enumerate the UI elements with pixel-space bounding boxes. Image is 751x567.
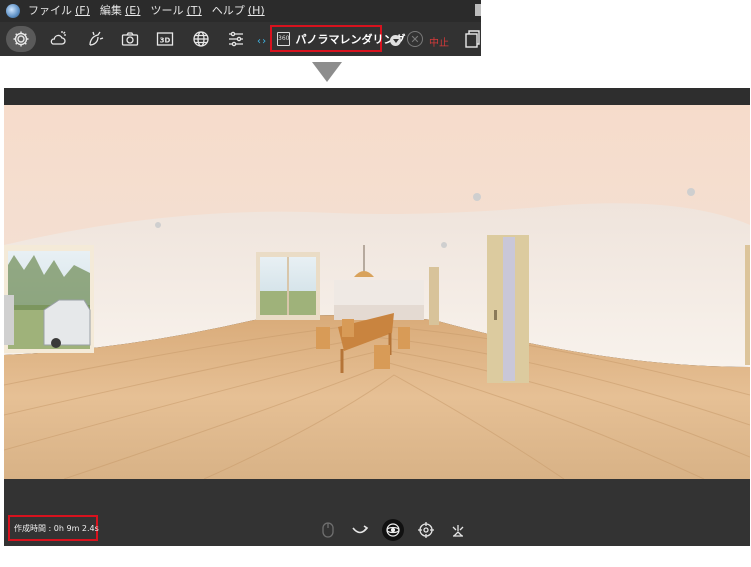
3d-view-icon: 3D bbox=[156, 32, 174, 46]
globe-icon bbox=[193, 31, 209, 47]
menu-edit[interactable]: 編集 (E) bbox=[100, 3, 141, 19]
globe-button[interactable] bbox=[189, 27, 213, 51]
render-time-box: 作成時間 : 0h 9m 2.4s bbox=[8, 515, 99, 541]
mouse-mode-button[interactable] bbox=[318, 520, 338, 540]
panorama-360-icon: 360 bbox=[277, 31, 291, 46]
rotate-button[interactable] bbox=[350, 520, 370, 540]
menu-file[interactable]: ファイル (F) bbox=[28, 3, 90, 19]
menu-help[interactable]: ヘルプ (H) bbox=[212, 3, 265, 19]
pano-view-icon bbox=[386, 523, 400, 537]
settings-button[interactable] bbox=[6, 26, 36, 52]
svg-text:3D: 3D bbox=[160, 37, 171, 45]
camera-icon bbox=[121, 32, 139, 46]
3d-view-button[interactable]: 3D bbox=[153, 27, 177, 51]
weather-button[interactable] bbox=[46, 27, 70, 51]
panorama-render-button[interactable]: 360 パノラマレンダリング bbox=[270, 25, 405, 52]
app-window: ファイル (F) 編集 (E) ツール (T) ヘルプ (H) 3D ‹ › 3… bbox=[0, 0, 481, 56]
adjust-button[interactable] bbox=[224, 27, 248, 51]
adjust-sliders-icon bbox=[229, 31, 243, 47]
light-icon bbox=[89, 31, 104, 46]
settings-icon bbox=[13, 31, 29, 47]
light-burst-icon bbox=[452, 525, 464, 537]
stop-icon[interactable]: ✕ bbox=[407, 31, 423, 47]
render-time-label: 作成時間 : 0h 9m 2.4s bbox=[14, 523, 99, 533]
mouse-icon bbox=[322, 522, 334, 538]
dropdown-chevron-icon[interactable] bbox=[390, 35, 401, 46]
weather-icon bbox=[50, 31, 66, 45]
divider-arrows-icon: ‹ › bbox=[257, 36, 266, 47]
view-controls bbox=[318, 519, 468, 541]
menu-items: ファイル (F) 編集 (E) ツール (T) ヘルプ (H) bbox=[28, 3, 265, 19]
down-arrow-indicator bbox=[312, 62, 342, 82]
rotate-icon bbox=[352, 525, 369, 534]
window-control[interactable] bbox=[475, 4, 481, 16]
toolbar: 3D ‹ › 360 パノラマレンダリング ✕ 中止 bbox=[0, 22, 481, 56]
target-button[interactable] bbox=[416, 520, 436, 540]
menu-tools[interactable]: ツール (T) bbox=[150, 3, 201, 19]
stop-label[interactable]: 中止 bbox=[429, 34, 449, 49]
light-burst-button[interactable] bbox=[448, 520, 468, 540]
render-window: 作成時間 : 0h 9m 2.4s bbox=[4, 88, 750, 546]
panorama-render-label: パノラマレンダリング bbox=[295, 32, 406, 46]
pano-view-button[interactable] bbox=[382, 519, 404, 541]
menu-bar: ファイル (F) 編集 (E) ツール (T) ヘルプ (H) bbox=[0, 0, 481, 22]
copy-icon[interactable] bbox=[464, 29, 480, 49]
light-button[interactable] bbox=[83, 27, 107, 51]
camera-button[interactable] bbox=[118, 27, 142, 51]
target-icon bbox=[418, 522, 434, 538]
app-logo-icon bbox=[6, 4, 20, 18]
